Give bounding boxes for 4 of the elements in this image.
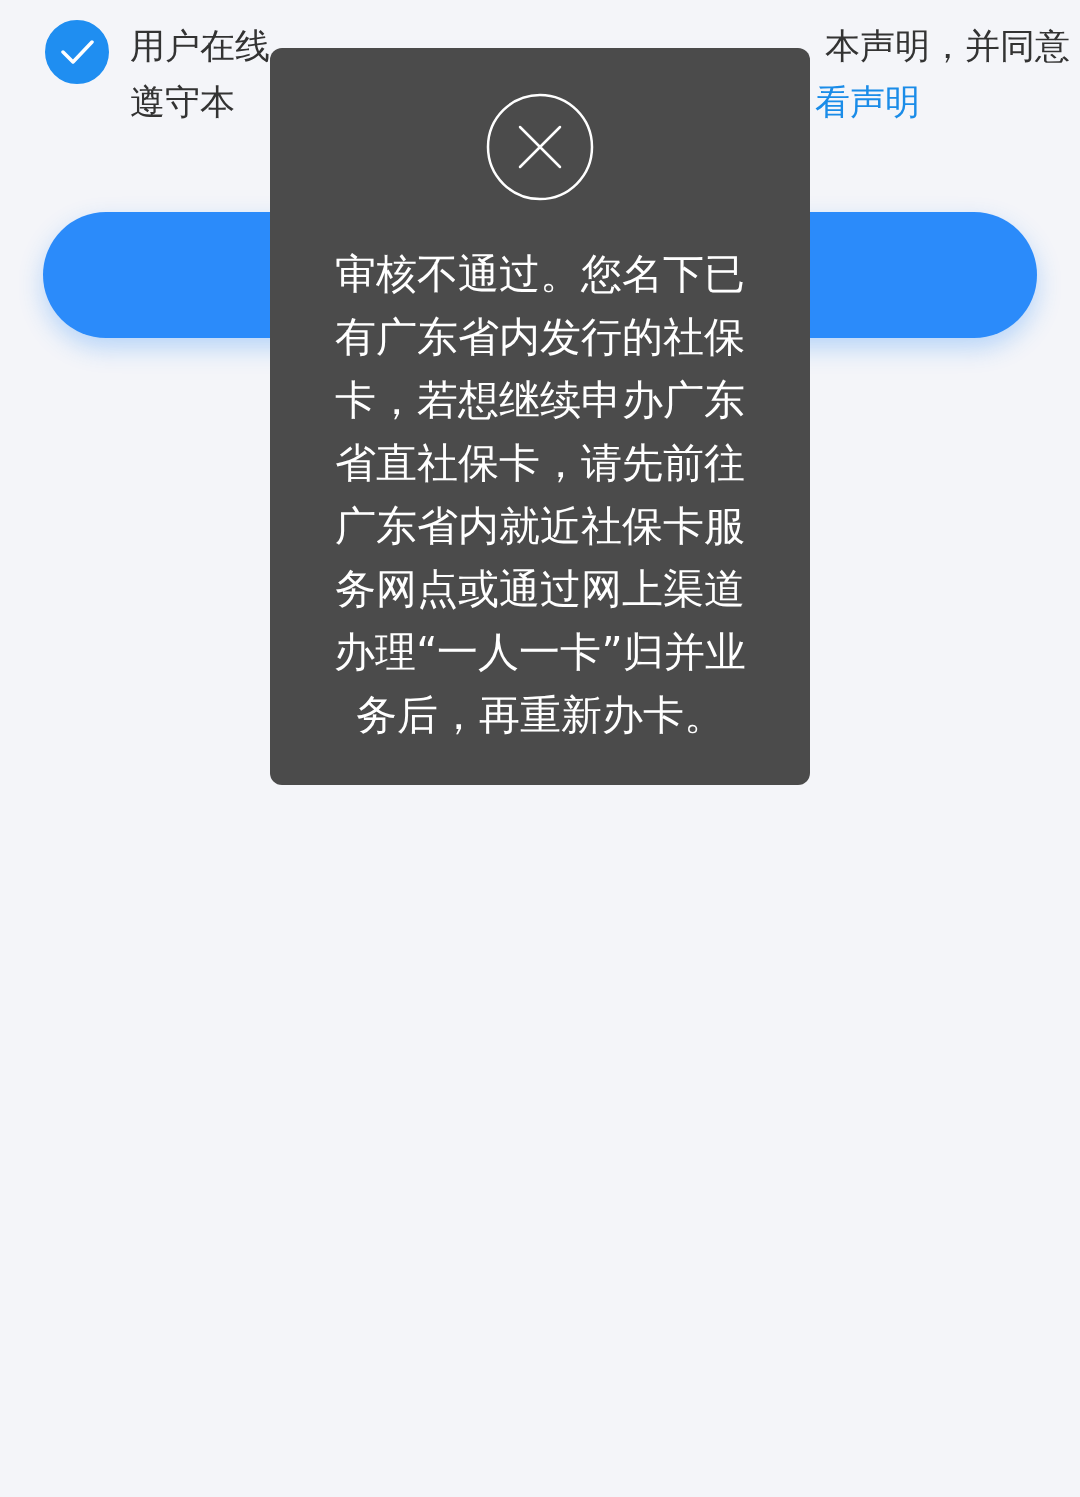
agreement-text: 遵守本 [130,81,235,124]
agreement-text: 本声明，并同意 [825,25,1070,68]
toast-message: 审核不通过。您名下已有广东省内发行的社保卡，若想继续申办广东省直社保卡，请先前往广东省内就近社保卡服务网点或通过网上渠道办理“一人一卡”归并业务后，再重新办卡。 [333,249,747,741]
agreement-text: 用户在线 [130,25,270,68]
